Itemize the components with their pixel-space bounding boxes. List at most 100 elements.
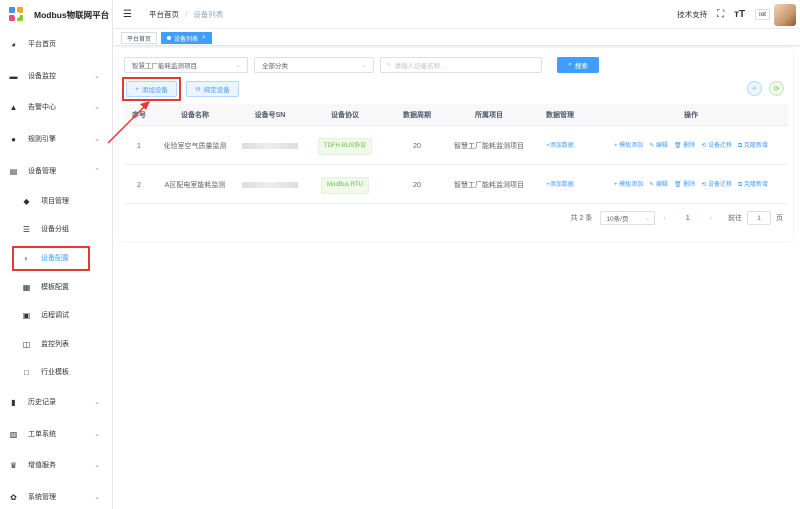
delete-link[interactable]: 🗑 删除 bbox=[674, 180, 695, 191]
delete-link[interactable]: 🗑 删除 bbox=[674, 141, 695, 152]
sidebar-item-history[interactable]: ▮ 历史记录 ⌄ bbox=[0, 392, 112, 412]
breadcrumb-separator: / bbox=[185, 9, 188, 19]
alarm-icon: ▲ bbox=[9, 102, 18, 112]
sidebar-item-industry-templates[interactable]: □ 行业模板 bbox=[0, 362, 112, 382]
sidebar-item-alarm[interactable]: ▲ 告警中心 ⌄ bbox=[0, 97, 112, 117]
page-unit: 页 bbox=[776, 215, 783, 222]
device-list-panel: 智慧工厂能耗监测项目 ⌄ 全部分类 ⌄ ⌕ 请输入设备名称... ⌕ 搜索 + … bbox=[119, 48, 793, 241]
migrate-label: 设备迁移 bbox=[707, 181, 732, 188]
sidebar-item-label: 历史记录 bbox=[28, 399, 56, 406]
user-name[interactable]: iot bbox=[755, 9, 770, 20]
tab-label: 平台首页 bbox=[127, 36, 152, 43]
sidebar-item-template-config[interactable]: ▦ 模板配置 bbox=[0, 277, 112, 297]
chevron-down-icon: ⌄ bbox=[94, 399, 100, 406]
migrate-link[interactable]: ⟲ 设备迁移 bbox=[701, 141, 732, 152]
row-add-data: +添加数据 bbox=[529, 127, 591, 165]
protocol-tag: ModBus RTU bbox=[321, 176, 369, 194]
sidebar-item-label: 增值服务 bbox=[28, 462, 56, 469]
sidebar-item-label: 行业模板 bbox=[41, 369, 69, 376]
migrate-link[interactable]: ⟲ 设备迁移 bbox=[701, 180, 732, 191]
chevron-down-icon: ⌄ bbox=[235, 62, 241, 69]
tab-home[interactable]: 平台首页 bbox=[121, 32, 158, 44]
goto-page-input[interactable]: 1 bbox=[747, 211, 771, 225]
annotation-box-device-config bbox=[12, 246, 90, 271]
sidebar-item-projects[interactable]: ◆ 项目管理 bbox=[0, 191, 112, 211]
chevron-down-icon: ⌄ bbox=[94, 104, 100, 111]
breadcrumb-home[interactable]: 平台首页 bbox=[149, 10, 179, 19]
menu-toggle-icon[interactable]: ☰ bbox=[123, 9, 133, 20]
template-add-link[interactable]: + 模板添加 bbox=[614, 180, 643, 191]
crown-icon: ♛ bbox=[9, 460, 18, 470]
ticket-icon: ▧ bbox=[9, 429, 18, 439]
sidebar-item-vas[interactable]: ♛ 增值服务 ⌄ bbox=[0, 455, 112, 475]
row-sn-redacted bbox=[234, 166, 306, 204]
search-input[interactable]: ⌕ 请输入设备名称... bbox=[380, 57, 542, 73]
group-icon: ☰ bbox=[22, 224, 31, 234]
protocol-tag: TDFH-BUS协议 bbox=[317, 137, 373, 155]
next-page-icon[interactable]: › bbox=[710, 215, 712, 222]
goto-label: 前往 bbox=[728, 215, 742, 222]
refresh-icon[interactable]: ⟳ bbox=[769, 81, 784, 96]
page-size-select[interactable]: 10条/页 ⌄ bbox=[600, 211, 656, 225]
row-sn-redacted bbox=[234, 127, 306, 165]
top-header: ☰ 平台首页 / 设备列表 技术支持 ⛶ тT iot bbox=[114, 0, 800, 29]
template-add-link[interactable]: + 模板添加 bbox=[614, 141, 643, 152]
sidebar-item-rules[interactable]: ● 规则引擎 ⌄ bbox=[0, 129, 112, 149]
project-select[interactable]: 智慧工厂能耗监测项目 ⌄ bbox=[124, 57, 248, 73]
tab-device-list[interactable]: 设备列表 × bbox=[161, 32, 212, 44]
project-select-value: 智慧工厂能耗监测项目 bbox=[132, 63, 197, 70]
search-button-label: 搜索 bbox=[574, 63, 588, 70]
bar-chart-icon: ▮ bbox=[11, 397, 16, 407]
close-icon[interactable]: × bbox=[202, 35, 206, 41]
row-project: 智慧工厂能耗监测项目 bbox=[454, 181, 524, 189]
category-select[interactable]: 全部分类 ⌄ bbox=[254, 57, 374, 73]
prev-page-icon[interactable]: ‹ bbox=[663, 215, 665, 222]
col-project: 所属项目 bbox=[475, 112, 503, 119]
fullscreen-icon[interactable]: ⛶ bbox=[717, 9, 724, 20]
tab-label: 设备列表 bbox=[174, 36, 199, 43]
sidebar-item-tickets[interactable]: ▧ 工单系统 ⌄ bbox=[0, 424, 112, 444]
tech-support-link[interactable]: 技术支持 bbox=[677, 9, 707, 20]
sidebar-item-remote-debug[interactable]: ▣ 远程调试 bbox=[0, 305, 112, 325]
pagination: 共 2 条 10条/页 ⌄ ‹ 1 › 前往 1 页 bbox=[571, 211, 783, 225]
category-select-value: 全部分类 bbox=[262, 63, 288, 70]
current-page[interactable]: 1 bbox=[686, 215, 690, 222]
square-icon: □ bbox=[24, 367, 29, 377]
sidebar-item-device-groups[interactable]: ☰ 设备分组 bbox=[0, 219, 112, 239]
row-period: 20 bbox=[413, 142, 421, 150]
row-ops: + 模板添加 ✎ 编辑 🗑 删除 ⟲ 设备迁移 ⧉ 克隆新增 bbox=[594, 166, 788, 204]
add-data-link[interactable]: +添加数据 bbox=[546, 141, 574, 152]
breadcrumb-current: 设备列表 bbox=[193, 9, 224, 19]
sidebar-item-system[interactable]: ✿ 系统管理 ⌄ bbox=[0, 487, 112, 507]
clone-link[interactable]: ⧉ 克隆新增 bbox=[738, 141, 768, 152]
bind-device-button[interactable]: ⊖ 绑定设备 bbox=[186, 81, 239, 97]
font-size-icon[interactable]: тT bbox=[734, 9, 745, 20]
app-root: Modbus物联网平台 ◕ 平台首页 ▬ 设备监控 ⌄ ▲ 告警中心 ⌄ ● 规… bbox=[0, 0, 800, 509]
sidebar-item-label: 模板配置 bbox=[41, 284, 69, 291]
col-name: 设备名称 bbox=[181, 112, 209, 119]
page-size-value: 10条/页 bbox=[606, 216, 629, 223]
col-index: 序号 bbox=[132, 112, 146, 119]
device-icon: ▤ bbox=[9, 166, 18, 176]
search-button[interactable]: ⌕ 搜索 bbox=[557, 57, 599, 73]
table-row: 1 化验室空气质量监测 TDFH-BUS协议 20 智慧工厂能耗监测项目 +添加… bbox=[124, 127, 788, 165]
sidebar-item-monitor-list[interactable]: ◫ 监控列表 bbox=[0, 334, 112, 354]
rule-icon: ● bbox=[11, 134, 16, 144]
sidebar-item-label: 设备监控 bbox=[28, 73, 56, 80]
add-data-link[interactable]: +添加数据 bbox=[546, 180, 574, 191]
sidebar-item-device-monitor[interactable]: ▬ 设备监控 ⌄ bbox=[0, 66, 112, 86]
avatar[interactable] bbox=[774, 3, 796, 26]
delete-label: 删除 bbox=[683, 181, 696, 188]
edit-link[interactable]: ✎ 编辑 bbox=[649, 141, 668, 152]
sidebar-item-label: 规则引擎 bbox=[28, 136, 56, 143]
clone-link[interactable]: ⧉ 克隆新增 bbox=[738, 180, 768, 191]
row-device-name: 化验室空气质量监测 bbox=[163, 142, 227, 150]
col-ops: 操作 bbox=[684, 112, 698, 119]
sidebar-item-home[interactable]: ◕ 平台首页 bbox=[0, 34, 112, 54]
col-protocol: 设备协议 bbox=[331, 112, 359, 119]
sidebar-item-label: 项目管理 bbox=[41, 198, 69, 205]
sidebar-item-device-mgmt[interactable]: ▤ 设备管理 ⌃ bbox=[0, 161, 112, 181]
edit-link[interactable]: ✎ 编辑 bbox=[649, 180, 668, 191]
sidebar-item-label: 设备分组 bbox=[41, 226, 69, 233]
search-toggle-icon[interactable]: ⌕ bbox=[747, 81, 762, 96]
